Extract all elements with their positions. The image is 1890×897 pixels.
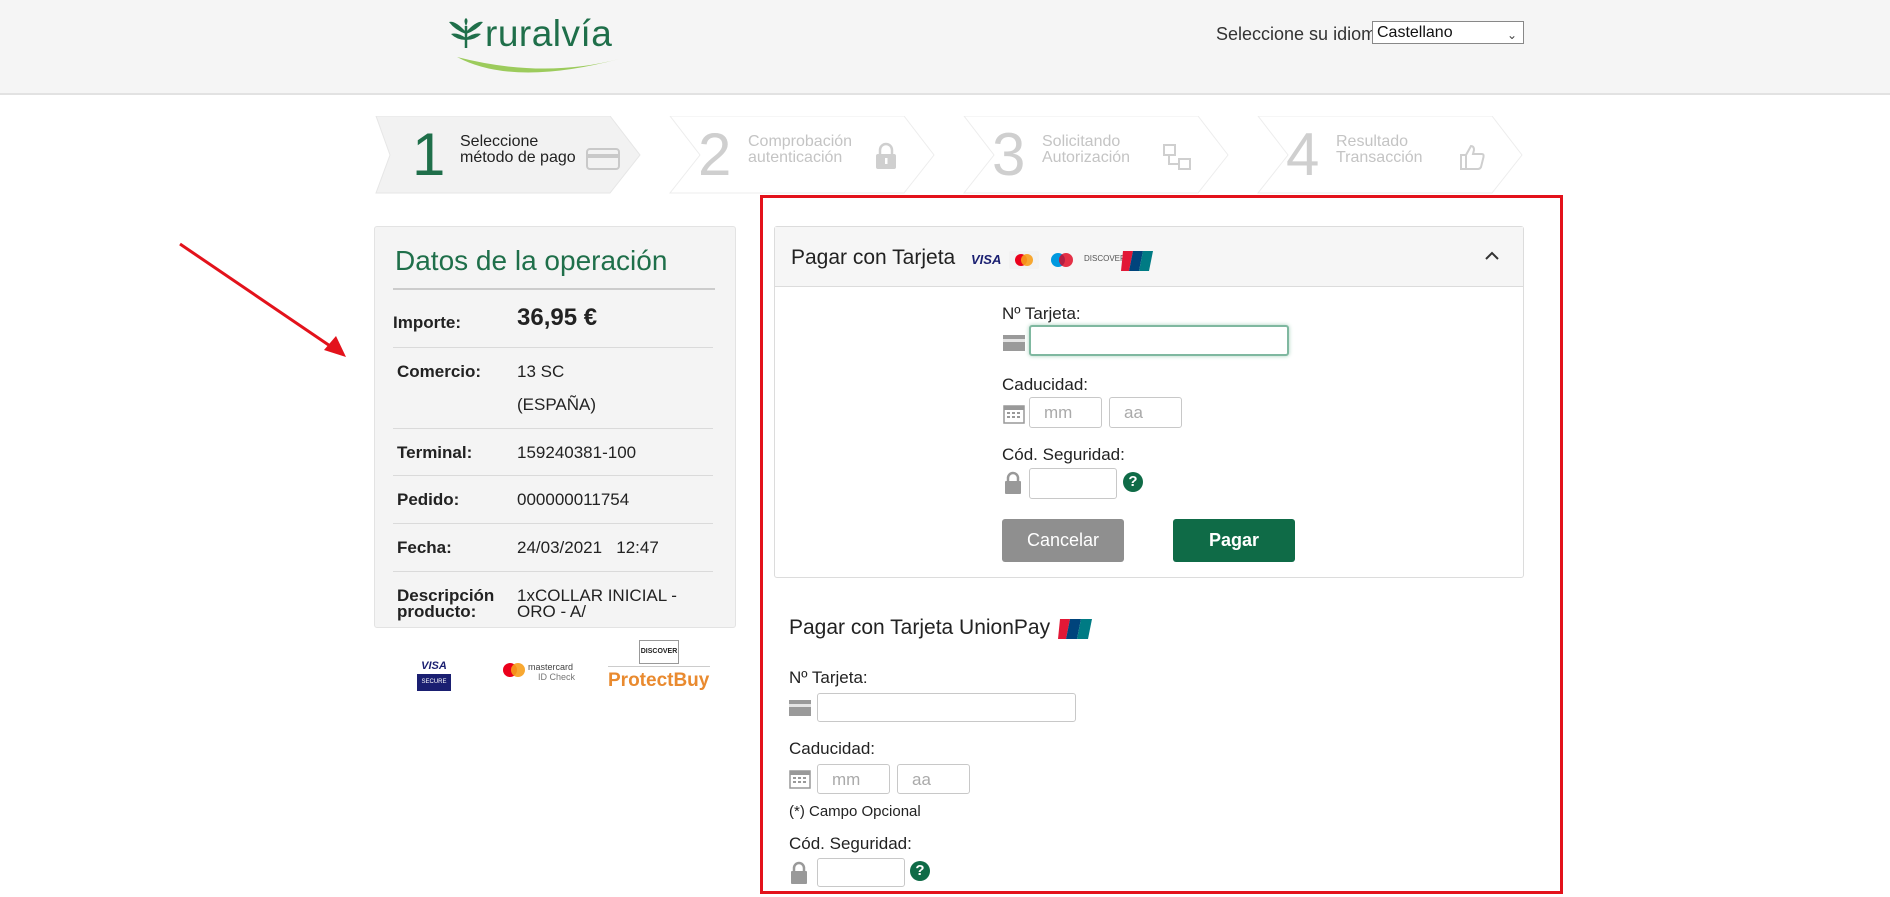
chevron-down-icon: ⌄ (1506, 28, 1517, 42)
summary-title: Datos de la operación (395, 245, 668, 276)
pay-button[interactable]: Pagar (1173, 519, 1295, 562)
discover-protectbuy-logo: DISCOVER ProtectBuy (608, 640, 718, 700)
help-icon[interactable]: ? (910, 861, 930, 881)
maestro-icon (1051, 253, 1073, 267)
step-1: 1 Seleccione método de pago (374, 116, 644, 194)
cvv-input[interactable] (1029, 468, 1117, 499)
cancel-button[interactable]: Cancelar (1002, 519, 1124, 562)
unionpay-card-number-input[interactable] (817, 693, 1076, 722)
step-4: 4 Resultado Transacción (1256, 116, 1526, 194)
terminal-value: 159240381-100 (517, 443, 637, 462)
red-arrow-annotation (179, 242, 346, 357)
step-2: 2 Comprobación autenticación (668, 116, 938, 194)
step-2-line2: autenticación (748, 149, 843, 166)
ruralvia-logo: ruralvía (447, 13, 622, 73)
discover-mini-badge: DISCOVER (639, 640, 679, 664)
pedido-label: Pedido: (397, 490, 460, 509)
mc-text-line2: ID Check (538, 672, 576, 682)
discover-logo: DISCOVER (1084, 254, 1126, 263)
network-icon (1163, 144, 1191, 170)
protectbuy-divider (608, 666, 710, 667)
calendar-icon (789, 770, 811, 789)
terminal-label: Terminal: (397, 443, 473, 462)
language-select[interactable]: Castellano ⌄ (1372, 21, 1524, 44)
card-icon (789, 700, 811, 716)
unionpay-expiry-year-input[interactable]: aa (897, 764, 970, 794)
visa-secure-sub: SECURE (417, 674, 451, 691)
mastercard-icon (1009, 251, 1039, 269)
padlock-icon (791, 861, 807, 884)
importe-label: Importe: (393, 313, 461, 332)
calendar-icon (1003, 405, 1025, 424)
fecha-label: Fecha: (397, 538, 452, 557)
summary-row-descripcion: Descripción producto: 1xCOLLAR INICIAL -… (393, 572, 713, 624)
step-1-number: 1 (412, 121, 446, 188)
protectbuy-text: ProtectBuy (608, 670, 710, 691)
unionpay-cvv-input[interactable] (817, 858, 905, 887)
card-icon (1003, 335, 1025, 351)
cvv-label: Cód. Seguridad: (1002, 445, 1125, 464)
descripcion-value-line2: ORO - A/ (517, 602, 586, 621)
mc-text-line1: mastercard (528, 662, 574, 672)
card-payment-panel: Pagar con Tarjeta VISA DISCOVER Nº Tarje… (774, 226, 1524, 578)
expiry-label: Caducidad: (1002, 375, 1089, 394)
chevron-up-icon[interactable] (1483, 247, 1501, 265)
card-payment-header[interactable]: Pagar con Tarjeta VISA DISCOVER (775, 227, 1523, 287)
card-payment-title: Pagar con Tarjeta (791, 246, 956, 269)
descripcion-label-line2: producto: (397, 602, 477, 621)
help-icon[interactable]: ? (1123, 472, 1143, 492)
importe-value: 36,95 € (517, 304, 598, 331)
mastercard-circles-icon (503, 663, 525, 677)
optional-field-note: (*) Campo Opcional (789, 803, 921, 820)
unionpay-expiry-month-input[interactable]: mm (817, 764, 890, 794)
visa-logo: VISA (971, 252, 1002, 267)
card-number-input[interactable] (1029, 325, 1289, 356)
unionpay-expiry-label: Caducidad: (789, 739, 876, 758)
expiry-month-input[interactable]: mm (1029, 397, 1102, 428)
unionpay-card-number-label: Nº Tarjeta: (789, 668, 868, 687)
step-3-line1: Solicitando (1042, 133, 1121, 150)
thumbs-up-icon (1460, 144, 1485, 170)
step-4-number: 4 (1286, 121, 1320, 188)
fecha-value: 24/03/2021 12:47 (517, 538, 659, 557)
unionpay-icon (1121, 251, 1153, 271)
unionpay-title: Pagar con Tarjeta UnionPay (789, 616, 1051, 639)
card-icon (586, 148, 620, 170)
summary-row-pedido: Pedido: 000000011754 (393, 476, 713, 524)
operation-summary: Datos de la operación Importe: 36,95 € C… (374, 226, 736, 628)
visa-secure-logo: VISA SECURE (417, 658, 451, 691)
comercio-label: Comercio: (397, 362, 482, 381)
summary-divider (393, 288, 715, 290)
unionpay-icon (1058, 619, 1092, 639)
comercio-value-line2: (ESPAÑA) (517, 395, 597, 414)
padlock-icon (876, 142, 896, 169)
summary-row-fecha: Fecha: 24/03/2021 12:47 (393, 524, 713, 572)
step-4-line1: Resultado (1336, 133, 1409, 150)
step-4-line2: Transacción (1336, 149, 1423, 166)
language-label: Seleccione su idioma (1216, 24, 1387, 44)
expiry-year-input[interactable]: aa (1109, 397, 1182, 428)
logo-swoosh (457, 57, 619, 73)
pedido-value: 000000011754 (517, 490, 630, 509)
step-3-number: 3 (992, 121, 1026, 188)
step-1-line2: método de pago (460, 149, 576, 166)
summary-row-terminal: Terminal: 159240381-100 (393, 429, 713, 476)
language-value: Castellano (1377, 24, 1453, 41)
unionpay-cvv-label: Cód. Seguridad: (789, 834, 912, 853)
security-badges: VISA SECURE mastercard ID Check DISCOVER… (374, 640, 736, 700)
summary-row-importe: Importe: 36,95 € (393, 293, 713, 348)
card-number-label: Nº Tarjeta: (1002, 304, 1081, 323)
header-bar: ruralvía Seleccione su idioma Castellano… (0, 0, 1890, 95)
summary-row-comercio: Comercio: 13 SC (ESPAÑA) (393, 348, 713, 429)
comercio-value-line1: 13 SC (517, 362, 565, 381)
visa-secure-text: VISA (421, 660, 447, 672)
padlock-icon (1005, 471, 1021, 494)
step-1-line1: Seleccione (460, 133, 539, 150)
step-2-number: 2 (698, 121, 732, 188)
step-3-line2: Autorización (1042, 149, 1131, 166)
step-3: 3 Solicitando Autorización (962, 116, 1232, 194)
mastercard-id-check-logo: mastercard ID Check (502, 660, 584, 684)
step-2-line1: Comprobación (748, 133, 853, 150)
